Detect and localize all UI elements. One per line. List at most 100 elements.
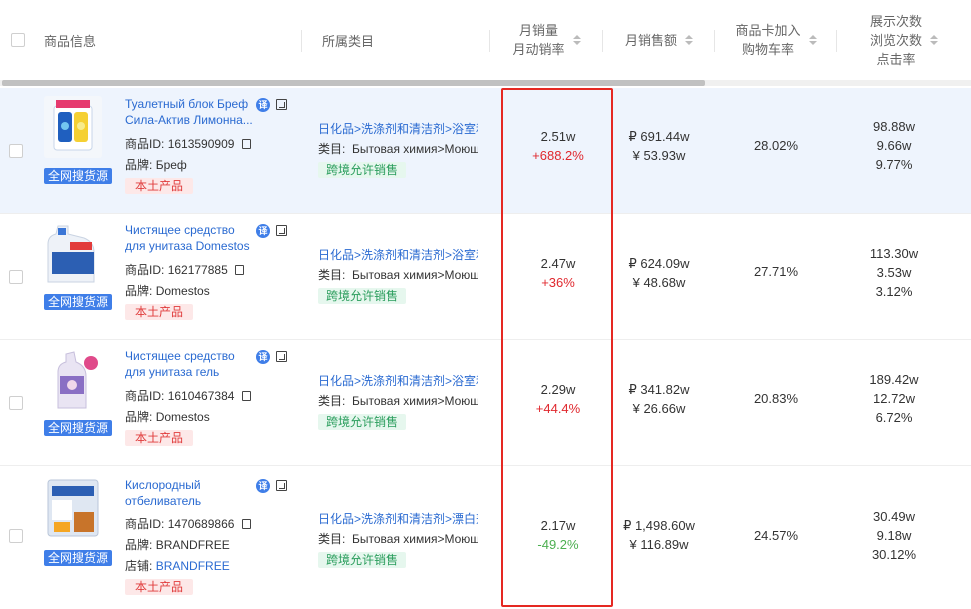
sales-cell: 2.17w -49.2% bbox=[503, 516, 613, 554]
revenue-rub: ₽ 1,498.60w bbox=[623, 518, 695, 533]
sort-icon[interactable] bbox=[808, 35, 817, 45]
translate-icon[interactable]: 译 bbox=[256, 350, 270, 364]
scrollbar-thumb[interactable] bbox=[2, 80, 705, 86]
cart-rate-cell: 27.71% bbox=[753, 264, 799, 279]
table-row: 全网搜货源 Кислородный отбеливатель BRANDFREE… bbox=[0, 466, 971, 609]
category-path-link[interactable]: 日化品>洗涤剂和清洁剂>浴室和 bbox=[318, 373, 478, 389]
impressions: 189.42w bbox=[869, 372, 919, 387]
sales-cell: 2.47w +36% bbox=[503, 254, 613, 292]
open-external-icon[interactable] bbox=[276, 99, 287, 110]
sales-change: -49.2% bbox=[537, 537, 579, 552]
source-search-badge[interactable]: 全网搜货源 bbox=[44, 550, 113, 566]
brand-label: 品牌: bbox=[125, 284, 153, 298]
brand-value: Domestos bbox=[155, 410, 210, 424]
category-type-value: Бытовая химия>Моющ bbox=[352, 268, 478, 282]
row-checkbox[interactable] bbox=[9, 144, 23, 158]
product-brand: 品牌: Domestos bbox=[125, 409, 210, 425]
product-id-value: 1470689866 bbox=[167, 517, 235, 531]
product-store: 店铺: BRANDFREE bbox=[125, 558, 230, 574]
product-title-link[interactable]: Туалетный блок Бреф Сила-Актив Лимонна..… bbox=[125, 96, 255, 128]
revenue-cell: ₽ 691.44w ¥ 53.93w bbox=[603, 127, 715, 165]
sort-icon[interactable] bbox=[572, 35, 581, 45]
copy-icon[interactable] bbox=[235, 265, 245, 275]
views: 9.66w bbox=[876, 138, 912, 153]
header-cart-label-2: 购物车率 bbox=[741, 42, 794, 57]
brand-value: BRANDFREE bbox=[155, 538, 230, 552]
category-path-link[interactable]: 日化品>洗涤剂和清洁剂>浴室和 bbox=[318, 247, 478, 263]
category-path-link[interactable]: 日化品>洗涤剂和清洁剂>漂白剂 bbox=[318, 511, 478, 527]
sort-icon[interactable] bbox=[685, 35, 693, 45]
open-external-icon[interactable] bbox=[276, 225, 287, 236]
sales-change: +688.2% bbox=[532, 148, 584, 163]
product-id: 商品ID: 1613590909 bbox=[125, 136, 251, 152]
horizontal-scrollbar[interactable] bbox=[0, 80, 971, 86]
row-checkbox[interactable] bbox=[9, 396, 23, 410]
views-cell: 98.88w 9.66w 9.77% bbox=[837, 117, 951, 174]
product-image[interactable] bbox=[44, 96, 102, 158]
copy-icon[interactable] bbox=[241, 519, 251, 529]
source-search-badge[interactable]: 全网搜货源 bbox=[44, 168, 113, 184]
translate-icon[interactable]: 译 bbox=[256, 224, 270, 238]
product-id-value: 1613590909 bbox=[167, 137, 235, 151]
copy-icon[interactable] bbox=[241, 139, 251, 149]
click-rate: 3.12% bbox=[875, 284, 913, 299]
category-type-label: 类目: bbox=[318, 394, 346, 408]
header-turnover-label: 月动销率 bbox=[512, 42, 565, 57]
cross-border-tag: 跨境允许销售 bbox=[318, 288, 407, 304]
header-category-label: 所属类目 bbox=[322, 33, 375, 49]
product-image[interactable] bbox=[44, 348, 102, 410]
views-cell: 189.42w 12.72w 6.72% bbox=[837, 370, 951, 427]
header-sales[interactable]: 月销量 月动销率 bbox=[490, 0, 603, 80]
header-revenue-label: 月销售额 bbox=[624, 32, 677, 48]
click-rate: 30.12% bbox=[871, 547, 917, 562]
product-id: 商品ID: 162177885 bbox=[125, 262, 245, 278]
header-impressions-label: 展示次数 bbox=[869, 13, 922, 29]
revenue-cny: ¥ 53.93w bbox=[632, 148, 686, 163]
revenue-rub: ₽ 691.44w bbox=[628, 129, 690, 144]
cart-rate-cell: 20.83% bbox=[753, 391, 799, 406]
category-type: 类目: Бытовая химия>Моющ bbox=[318, 141, 478, 157]
header-sales-label: 月销量 bbox=[518, 23, 558, 38]
brand-value: Бреф bbox=[155, 158, 187, 172]
header-select-all[interactable] bbox=[0, 0, 36, 80]
table-header: 商品信息 所属类目 月销量 月动销率 月销售额 商品卡加入 购物车率 展示次数 … bbox=[0, 0, 971, 80]
store-link[interactable]: BRANDFREE bbox=[156, 559, 230, 573]
brand-value: Domestos bbox=[155, 284, 210, 298]
copy-icon[interactable] bbox=[241, 391, 251, 401]
row-checkbox[interactable] bbox=[9, 529, 23, 543]
product-id-label: 商品ID: bbox=[125, 263, 165, 277]
translate-icon[interactable]: 译 bbox=[256, 479, 270, 493]
views: 3.53w bbox=[876, 265, 912, 280]
product-id: 商品ID: 1470689866 bbox=[125, 516, 251, 532]
category-type: 类目: Бытовая химия>Моющ bbox=[318, 531, 478, 547]
table-row: 全网搜货源 Чистящее средство для унитаза гель… bbox=[0, 340, 971, 466]
impressions: 113.30w bbox=[869, 246, 919, 261]
open-external-icon[interactable] bbox=[276, 351, 287, 362]
brand-label: 品牌: bbox=[125, 158, 153, 172]
select-all-checkbox[interactable] bbox=[11, 33, 25, 47]
header-revenue[interactable]: 月销售额 bbox=[603, 0, 715, 80]
product-image[interactable] bbox=[44, 222, 102, 284]
product-id-label: 商品ID: bbox=[125, 517, 165, 531]
header-views[interactable]: 展示次数 浏览次数 点击率 bbox=[837, 0, 971, 80]
header-cart-rate[interactable]: 商品卡加入 购物车率 bbox=[715, 0, 837, 80]
revenue-cell: ₽ 1,498.60w ¥ 116.89w bbox=[603, 516, 715, 554]
sort-icon[interactable] bbox=[930, 35, 938, 45]
views: 9.18w bbox=[876, 528, 912, 543]
category-path-link[interactable]: 日化品>洗涤剂和清洁剂>浴室和 bbox=[318, 121, 478, 137]
product-title-link[interactable]: Кислородный отбеливатель BRANDFREE 2 к..… bbox=[125, 477, 255, 509]
source-search-badge[interactable]: 全网搜货源 bbox=[44, 294, 113, 310]
source-search-badge[interactable]: 全网搜货源 bbox=[44, 420, 113, 436]
translate-icon[interactable]: 译 bbox=[256, 98, 270, 112]
product-image[interactable] bbox=[44, 476, 102, 538]
open-external-icon[interactable] bbox=[276, 480, 287, 491]
header-views-label: 浏览次数 bbox=[869, 32, 922, 48]
row-checkbox[interactable] bbox=[9, 270, 23, 284]
product-title-link[interactable]: Чистящее средство для унитаза гель Domes… bbox=[125, 348, 255, 380]
revenue-cell: ₽ 624.09w ¥ 48.68w bbox=[603, 254, 715, 292]
header-ctr-label: 点击率 bbox=[876, 51, 916, 67]
product-title-link[interactable]: Чистящее средство для унитаза Domestos У… bbox=[125, 222, 255, 254]
product-brand: 品牌: Бреф bbox=[125, 157, 187, 173]
category-type-label: 类目: bbox=[318, 142, 346, 156]
category-type-value: Бытовая химия>Моющ bbox=[352, 532, 478, 546]
